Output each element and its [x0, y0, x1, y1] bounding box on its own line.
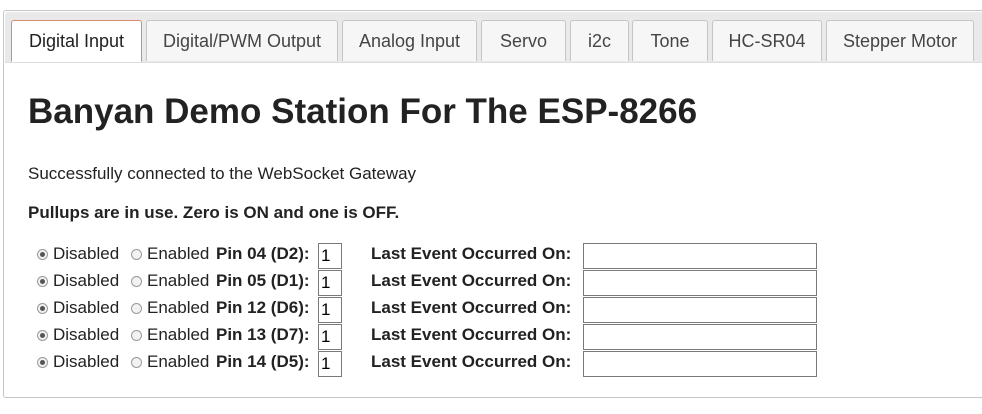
enabled-radio[interactable]: [131, 276, 142, 287]
disabled-label[interactable]: Disabled: [53, 325, 119, 345]
disabled-radio[interactable]: [37, 330, 48, 341]
tab-digital-input[interactable]: Digital Input: [11, 20, 142, 62]
last-event-field[interactable]: [583, 270, 817, 296]
last-event-label: Last Event Occurred On:: [371, 244, 572, 263]
connection-status: Successfully connected to the WebSocket …: [28, 164, 417, 183]
enabled-radio[interactable]: [131, 330, 142, 341]
disabled-radio[interactable]: [37, 357, 48, 368]
pin-row: Disabled Enabled Pin 04 (D2): Last Event…: [32, 242, 832, 269]
last-event-field[interactable]: [583, 243, 817, 269]
tab-stepper-motor[interactable]: Stepper Motor: [826, 20, 974, 61]
pin-label: Pin 14 (D5):: [216, 352, 310, 371]
tab-i2c[interactable]: i2c: [570, 20, 629, 61]
last-event-label: Last Event Occurred On:: [371, 325, 572, 344]
tab-digital-pwm-output[interactable]: Digital/PWM Output: [146, 20, 338, 61]
disabled-radio[interactable]: [37, 249, 48, 260]
pin-row: Disabled Enabled Pin 13 (D7): Last Event…: [32, 323, 832, 350]
pin-label: Pin 04 (D2):: [216, 244, 310, 263]
last-event-label: Last Event Occurred On:: [371, 271, 572, 290]
enabled-radio[interactable]: [131, 249, 142, 260]
pin-value-field[interactable]: [318, 270, 342, 296]
enabled-label[interactable]: Enabled: [147, 298, 209, 318]
tab-tone[interactable]: Tone: [632, 20, 708, 61]
enabled-label[interactable]: Enabled: [147, 244, 209, 264]
enabled-radio[interactable]: [131, 303, 142, 314]
enabled-label[interactable]: Enabled: [147, 352, 209, 372]
pin-row: Disabled Enabled Pin 14 (D5): Last Event…: [32, 350, 832, 377]
disabled-label[interactable]: Disabled: [53, 271, 119, 291]
pin-value-field[interactable]: [318, 243, 342, 269]
pin-value-field[interactable]: [318, 324, 342, 350]
tab-analog-input[interactable]: Analog Input: [342, 20, 477, 61]
digital-input-content: Banyan Demo Station For The ESP-8266 Suc…: [28, 92, 817, 377]
pin-label: Pin 12 (D6):: [216, 298, 310, 317]
enabled-label[interactable]: Enabled: [147, 271, 209, 291]
pin-value-field[interactable]: [318, 297, 342, 323]
enabled-radio[interactable]: [131, 357, 142, 368]
disabled-label[interactable]: Disabled: [53, 244, 119, 264]
disabled-radio[interactable]: [37, 276, 48, 287]
tab-servo[interactable]: Servo: [481, 20, 566, 61]
pin-row: Disabled Enabled Pin 05 (D1): Last Event…: [32, 269, 832, 296]
pin-label: Pin 13 (D7):: [216, 325, 310, 344]
last-event-field[interactable]: [583, 351, 817, 377]
disabled-radio[interactable]: [37, 303, 48, 314]
last-event-label: Last Event Occurred On:: [371, 352, 572, 371]
pin-label: Pin 05 (D1):: [216, 271, 310, 290]
last-event-label: Last Event Occurred On:: [371, 298, 572, 317]
tab-hc-sr04[interactable]: HC-SR04: [712, 20, 822, 61]
pin-value-field[interactable]: [318, 351, 342, 377]
disabled-label[interactable]: Disabled: [53, 352, 119, 372]
pullup-note: Pullups are in use. Zero is ON and one i…: [28, 203, 400, 222]
last-event-field[interactable]: [583, 324, 817, 350]
tab-bar: Digital Input Digital/PWM Output Analog …: [5, 12, 982, 63]
enabled-label[interactable]: Enabled: [147, 325, 209, 345]
pin-row: Disabled Enabled Pin 12 (D6): Last Event…: [32, 296, 832, 323]
pin-list: Disabled Enabled Pin 04 (D2): Last Event…: [32, 242, 832, 377]
last-event-field[interactable]: [583, 297, 817, 323]
page-title: Banyan Demo Station For The ESP-8266: [28, 92, 698, 131]
disabled-label[interactable]: Disabled: [53, 298, 119, 318]
